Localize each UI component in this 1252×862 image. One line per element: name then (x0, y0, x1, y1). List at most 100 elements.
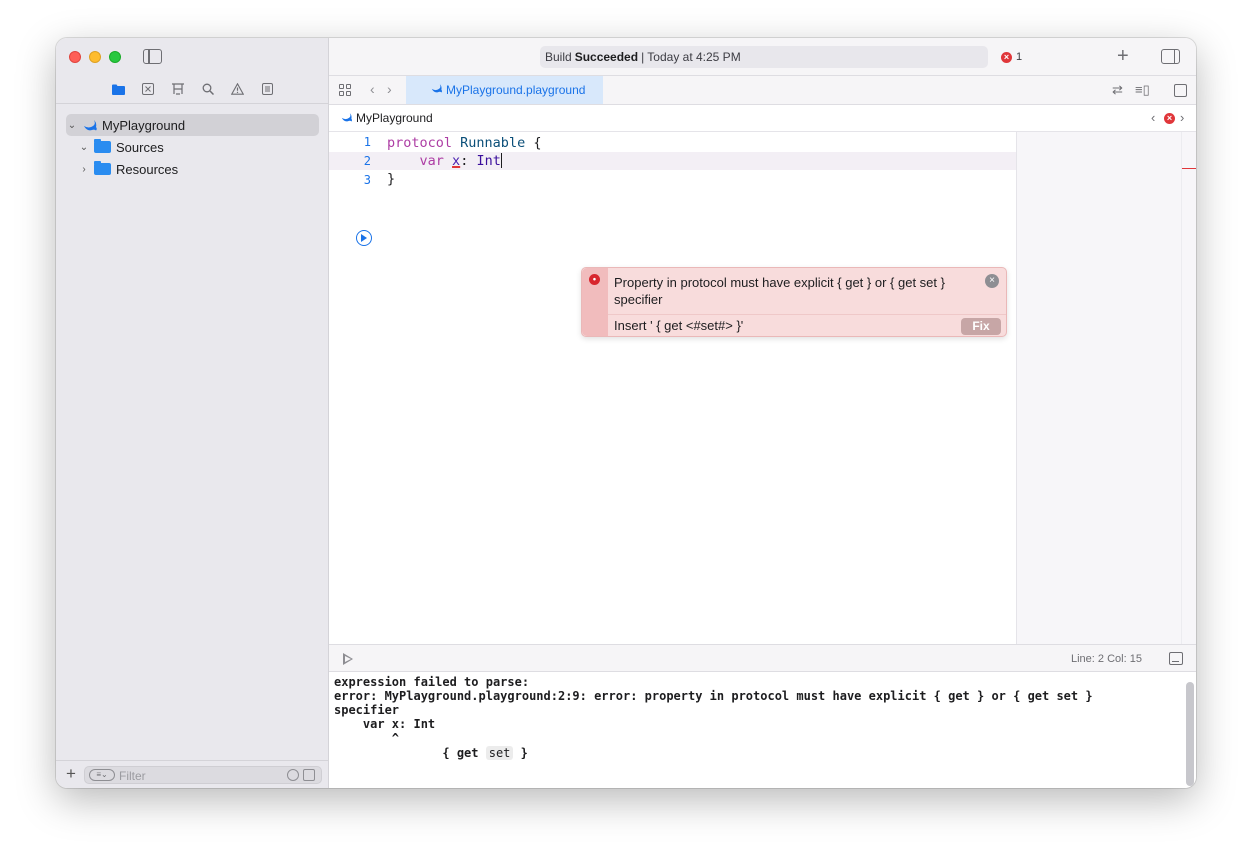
line-number: 2 (363, 154, 371, 168)
add-file-button[interactable]: + (66, 765, 76, 783)
editor-tab-bar: ‹ › MyPlayground.playground ⇄ ≡▯ (329, 76, 1196, 105)
tree-item-label: Sources (116, 139, 164, 155)
code-line-2: var x: Int (387, 152, 502, 170)
tab-myplayground[interactable]: MyPlayground.playground (406, 76, 603, 104)
text-cursor (500, 153, 502, 168)
xcode-window: ⌄ MyPlayground ⌄ Sources › Resources + ≡… (56, 38, 1196, 788)
symbol-navigator-icon[interactable] (171, 82, 185, 96)
toggle-debug-area-icon[interactable] (1169, 652, 1183, 665)
back-arrow-icon[interactable]: ‹ (370, 81, 375, 97)
punctuation-token: : (460, 153, 477, 169)
filter-input[interactable]: ≡⌄ Filter (84, 766, 322, 784)
forward-arrow-icon[interactable]: › (387, 81, 392, 97)
error-popover: • Property in protocol must have explici… (581, 267, 1007, 337)
project-tree: ⌄ MyPlayground ⌄ Sources › Resources (66, 114, 319, 180)
line-col-indicator: Line: 2 Col: 15 (1071, 653, 1142, 665)
fix-button[interactable]: Fix (961, 318, 1001, 335)
issue-badge[interactable]: × 1 (1001, 51, 1022, 63)
window-toolbar: Build Succeeded | Today at 4:25 PM × 1 + (329, 38, 1196, 76)
error-token: x (452, 153, 461, 169)
next-issue-icon[interactable]: › (1180, 110, 1184, 125)
library-plus-button[interactable]: + (1117, 46, 1129, 66)
filter-placeholder: Filter (119, 769, 146, 783)
tree-item-label: Resources (116, 161, 179, 177)
split-editor-icon[interactable] (1174, 84, 1187, 97)
folder-icon[interactable] (111, 82, 125, 96)
tree-item-label: MyPlayground (102, 117, 186, 133)
swap-arrows-icon[interactable]: ⇄ (1112, 82, 1123, 98)
line-number: 1 (363, 135, 371, 149)
build-status-prefix: Build (545, 50, 572, 64)
type-token: Runnable (460, 135, 526, 151)
navigator-filter-bar: + ≡⌄ Filter (56, 760, 329, 788)
minimize-window-button[interactable] (89, 51, 101, 63)
popover-error-strip: • (582, 268, 608, 336)
toggle-inspector-icon[interactable] (1161, 49, 1180, 64)
error-message: Property in protocol must have explicit … (614, 275, 945, 307)
keyword-token: var (419, 153, 444, 169)
previous-issue-icon[interactable]: ‹ (1151, 110, 1155, 125)
console-line: error: MyPlayground.playground:2:9: erro… (334, 689, 1093, 703)
console-fix-prefix: { get (334, 746, 486, 760)
console-fix-suffix: } (513, 746, 528, 760)
chevron-right-icon[interactable]: › (78, 164, 90, 175)
build-status-time: | Today at 4:25 PM (641, 50, 741, 64)
tree-item-resources[interactable]: › Resources (66, 158, 319, 180)
error-count: 1 (1016, 51, 1023, 63)
toggle-navigator-icon[interactable] (143, 49, 162, 64)
error-icon: • (589, 274, 600, 285)
filter-changed-icon[interactable] (303, 769, 315, 781)
related-items-icon[interactable] (339, 84, 351, 96)
search-icon[interactable] (201, 82, 215, 96)
console-line: specifier (334, 703, 400, 717)
warning-icon[interactable] (230, 82, 244, 96)
line-number: 3 (363, 173, 371, 187)
chevron-down-icon[interactable]: ⌄ (78, 142, 90, 153)
fix-suggestion[interactable]: Insert ' { get <#set#> }' (614, 318, 743, 333)
jump-bar-path[interactable]: MyPlayground (356, 111, 433, 125)
folder-icon (94, 161, 111, 175)
run-to-line-button[interactable] (356, 230, 372, 246)
swift-icon (341, 112, 353, 126)
filter-options-icon[interactable]: ≡⌄ (89, 769, 115, 781)
error-icon: × (1001, 51, 1012, 63)
tab-label: MyPlayground.playground (446, 83, 586, 97)
type-token: Int (476, 153, 501, 169)
folder-icon (94, 139, 111, 153)
recent-files-icon[interactable] (287, 769, 299, 781)
close-icon[interactable]: × (985, 274, 999, 288)
results-sidebar (1016, 132, 1196, 644)
source-editor[interactable]: 1 2 3 protocol Runnable { var x: Int } •… (329, 132, 1016, 644)
code-line-1: protocol Runnable { (387, 134, 541, 152)
debug-bar: Line: 2 Col: 15 (329, 644, 1196, 672)
swift-icon (431, 83, 443, 97)
divider (608, 314, 1006, 315)
tree-item-sources[interactable]: ⌄ Sources (66, 136, 319, 158)
navigator-selector-bar (56, 76, 329, 104)
build-status-result: Succeeded (574, 50, 639, 64)
error-marker (1182, 168, 1196, 169)
zoom-window-button[interactable] (109, 51, 121, 63)
console-scrollbar[interactable] (1186, 682, 1194, 786)
navigator-sidebar: ⌄ MyPlayground ⌄ Sources › Resources + ≡… (56, 38, 329, 788)
jump-bar: MyPlayground ‹ × › (329, 105, 1196, 132)
divider (1181, 132, 1182, 644)
console-line: { get set } (334, 746, 528, 760)
chevron-down-icon[interactable]: ⌄ (66, 120, 78, 131)
console-output[interactable]: expression failed to parse: error: MyPla… (329, 672, 1196, 788)
code-line-3: } (387, 171, 396, 187)
swift-icon (82, 118, 98, 132)
close-window-button[interactable] (69, 51, 81, 63)
tree-item-myplayground[interactable]: ⌄ MyPlayground (66, 114, 319, 136)
adjust-editor-options-icon[interactable]: ≡▯ (1135, 82, 1150, 98)
source-control-icon[interactable] (141, 82, 155, 96)
error-icon[interactable]: × (1164, 113, 1175, 124)
console-line: ^ (334, 731, 400, 745)
console-line: expression failed to parse: (334, 675, 530, 689)
console-line: var x: Int (334, 717, 436, 731)
report-icon[interactable] (260, 82, 274, 96)
activity-viewer[interactable]: Build Succeeded | Today at 4:25 PM (540, 46, 988, 68)
keyword-token: protocol (387, 135, 453, 151)
placeholder-token: set (485, 746, 514, 760)
